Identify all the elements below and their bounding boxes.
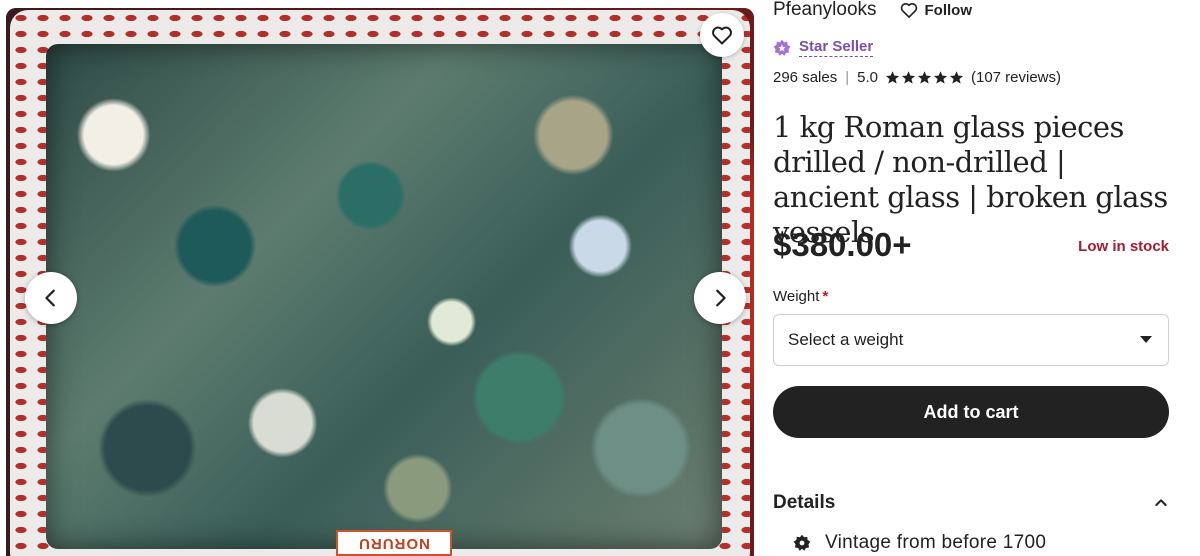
shop-name-link[interactable]: Pfeanylooks	[773, 0, 877, 21]
star-seller-badge[interactable]: Star Seller	[773, 38, 874, 57]
details-heading: Details	[773, 492, 836, 513]
follow-label: Follow	[924, 1, 973, 19]
favorite-button[interactable]	[700, 13, 744, 57]
product-image[interactable]	[10, 10, 750, 556]
rating-row: 296 sales | 5.0 (107 reviews)	[773, 69, 1061, 86]
reviews-link[interactable]: (107 reviews)	[971, 69, 1061, 86]
heart-outline-icon	[900, 2, 917, 18]
rating-value: 5.0	[857, 69, 878, 86]
details-toggle[interactable]: Details	[773, 490, 1169, 516]
star-seller-icon	[773, 39, 791, 56]
add-to-cart-button[interactable]: Add to cart	[773, 386, 1169, 438]
product-image-gallery[interactable]: NORURU	[6, 8, 754, 556]
heart-icon	[712, 26, 732, 45]
weight-select[interactable]: Select a weight	[773, 314, 1169, 366]
rating-stars	[885, 70, 964, 85]
vintage-icon	[793, 534, 811, 551]
star-icon	[917, 71, 932, 84]
chevron-up-icon	[1155, 499, 1167, 506]
chevron-right-icon	[716, 289, 726, 307]
star-icon	[885, 71, 900, 84]
caret-down-icon	[1140, 336, 1152, 343]
star-icon	[901, 71, 916, 84]
weight-label: Weight *	[773, 288, 828, 305]
follow-button[interactable]: Follow	[899, 0, 973, 20]
star-icon	[949, 71, 964, 84]
weight-label-text: Weight	[773, 288, 820, 305]
shop-row: Pfeanylooks Follow	[773, 0, 972, 22]
stock-status: Low in stock	[1078, 238, 1169, 255]
chevron-left-icon	[45, 289, 55, 307]
divider: |	[845, 69, 850, 86]
product-price: $380.00+	[773, 226, 912, 263]
basket-label: NORURU	[336, 530, 452, 556]
detail-item-vintage: Vintage from before 1700	[793, 532, 1046, 554]
glass-pieces-image	[46, 44, 722, 549]
previous-image-button[interactable]	[25, 272, 77, 324]
sales-count: 296 sales	[773, 69, 838, 86]
star-seller-label: Star Seller	[799, 38, 874, 57]
star-icon	[933, 71, 948, 84]
weight-select-value: Select a weight	[788, 330, 904, 349]
next-image-button[interactable]	[694, 272, 746, 324]
detail-item-text: Vintage from before 1700	[825, 532, 1047, 553]
required-marker: *	[822, 288, 829, 305]
